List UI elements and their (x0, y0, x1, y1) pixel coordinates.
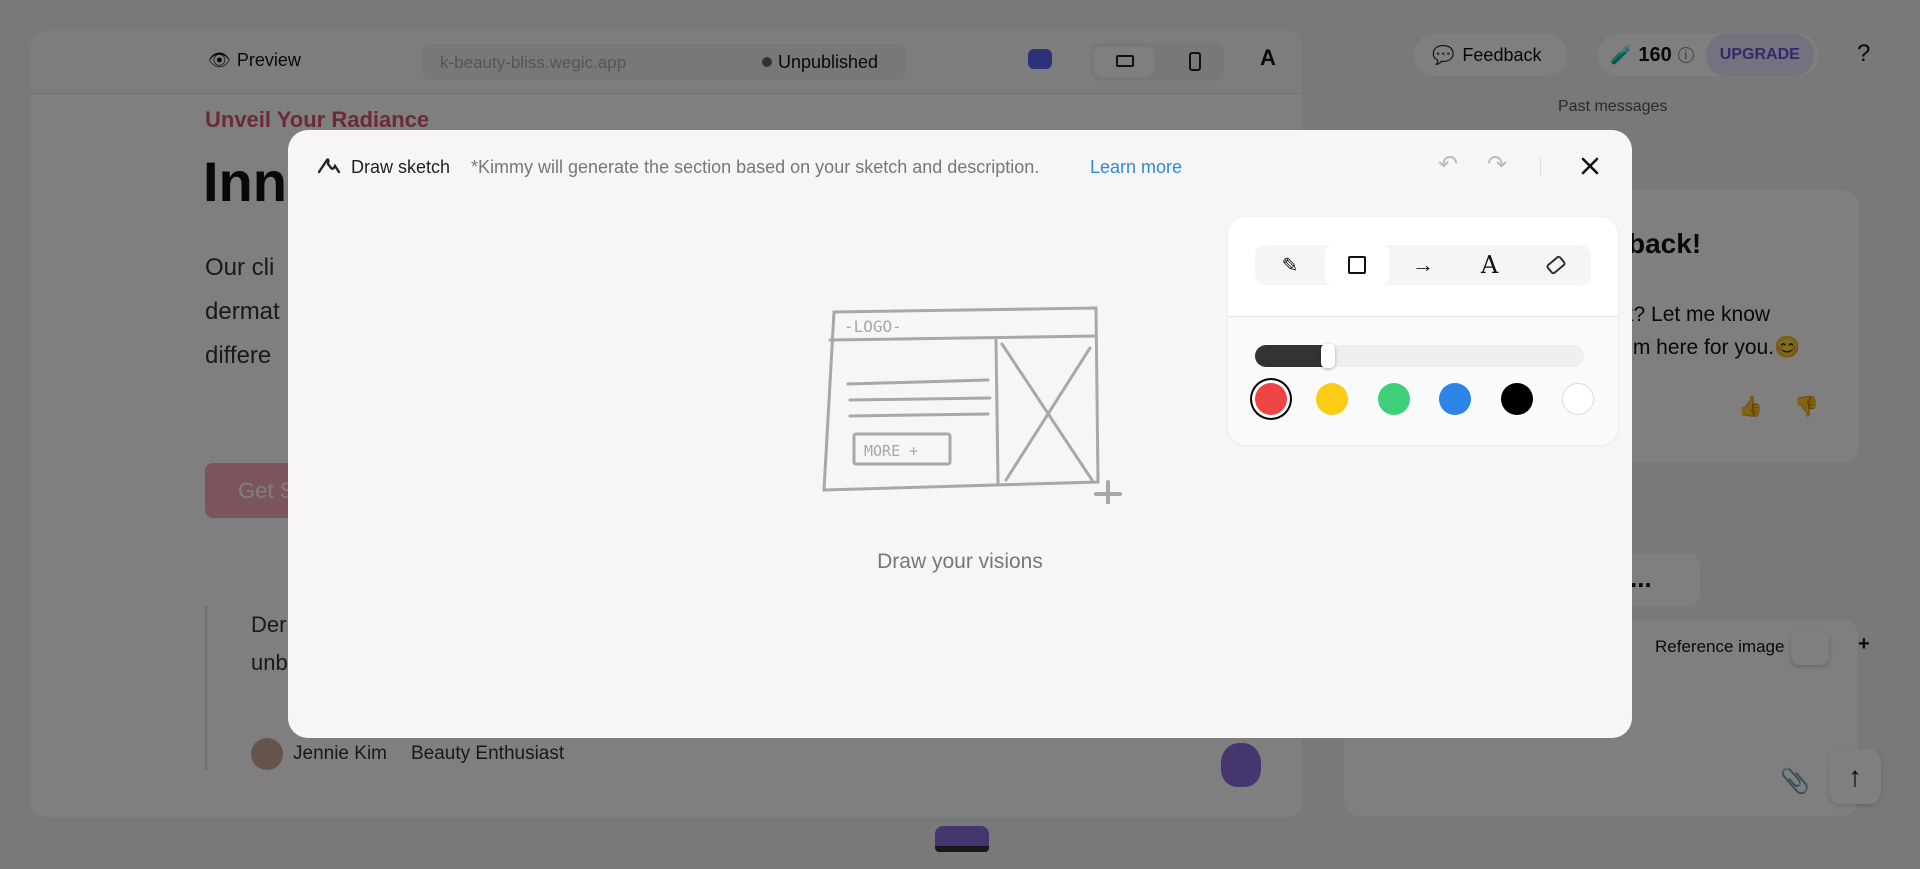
tool-panel: ✎ → A (1228, 217, 1618, 445)
rectangle-icon (1347, 256, 1366, 274)
color-swatches (1255, 383, 1594, 415)
arrow-tool[interactable]: → (1391, 245, 1455, 285)
undo-icon[interactable]: ↶ (1438, 150, 1458, 179)
color-swatch[interactable] (1561, 383, 1594, 415)
redo-icon[interactable]: ↷ (1487, 150, 1507, 179)
learn-more-link[interactable]: Learn more (1090, 157, 1182, 178)
sketch-logo-text: -LOGO- (844, 317, 902, 336)
color-swatch[interactable] (1316, 383, 1349, 415)
canvas-placeholder: Draw your visions (877, 550, 1043, 573)
tool-selector: ✎ → A (1255, 245, 1591, 285)
color-swatch[interactable] (1500, 383, 1533, 415)
arrow-icon: → (1412, 252, 1434, 277)
divider (1540, 156, 1541, 176)
text-icon: A (1480, 251, 1499, 279)
rectangle-tool[interactable] (1324, 245, 1389, 285)
text-tool[interactable]: A (1458, 245, 1522, 285)
sketch-more-text: MORE + (864, 442, 918, 460)
color-swatch[interactable] (1255, 383, 1287, 415)
eraser-icon (1545, 254, 1567, 276)
modal-description: *Kimmy will generate the section based o… (471, 157, 1040, 177)
sketch-illustration: -LOGO- MORE + (822, 306, 1122, 504)
sketch-icon (317, 158, 341, 174)
close-icon[interactable] (1581, 157, 1599, 175)
pencil-icon: ✎ (1281, 254, 1299, 277)
pencil-tool[interactable]: ✎ (1258, 245, 1322, 285)
color-swatch[interactable] (1377, 383, 1410, 415)
stroke-size-slider[interactable] (1255, 344, 1584, 368)
color-swatch[interactable] (1439, 383, 1472, 415)
draw-sketch-modal: Draw sketch *Kimmy will generate the sec… (288, 130, 1632, 738)
slider-thumb[interactable] (1320, 344, 1335, 368)
modal-title: Draw sketch (351, 157, 451, 177)
eraser-tool[interactable] (1524, 245, 1588, 285)
style-section (1228, 316, 1618, 445)
